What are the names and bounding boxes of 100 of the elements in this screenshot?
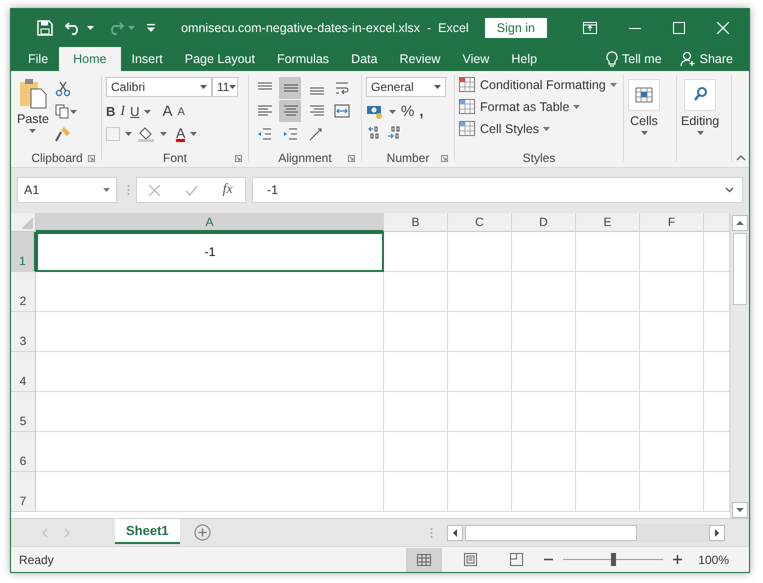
grid-cell[interactable]	[576, 272, 640, 312]
zoom-in-icon[interactable]	[673, 555, 682, 564]
copy-icon[interactable]	[54, 104, 70, 119]
dialog-launcher-icon[interactable]	[88, 154, 95, 162]
grid-cell[interactable]	[448, 312, 512, 352]
grid-cell[interactable]	[448, 432, 512, 472]
grid-cell[interactable]	[576, 472, 640, 512]
grid-cell[interactable]	[448, 392, 512, 432]
styles-menu-button[interactable]: Format as Table	[459, 99, 619, 115]
styles-menu-button[interactable]: Cell Styles	[459, 121, 619, 137]
format-painter-icon[interactable]	[54, 126, 71, 142]
caret-icon[interactable]	[144, 110, 152, 114]
grid-cell[interactable]	[36, 392, 384, 432]
previous-sheet-icon[interactable]	[41, 528, 49, 538]
increase-font-button[interactable]: A	[162, 103, 172, 120]
row-header[interactable]: 5	[11, 392, 36, 432]
grid-cell[interactable]	[640, 472, 704, 512]
column-header[interactable]: F	[640, 213, 704, 232]
grid-cell[interactable]	[640, 232, 704, 272]
dialog-launcher-icon[interactable]	[348, 154, 355, 162]
align-icon[interactable]	[279, 100, 301, 122]
ribbon-tab[interactable]: Formulas	[266, 47, 340, 71]
font-size-dropdown[interactable]: 11	[212, 77, 238, 97]
grid-cell[interactable]	[640, 392, 704, 432]
grid-cell[interactable]	[512, 272, 576, 312]
column-header[interactable]: A	[36, 213, 384, 232]
grid-cell[interactable]	[512, 312, 576, 352]
ribbon-tab[interactable]: View	[451, 47, 500, 71]
splitter-handle-icon[interactable]	[430, 526, 433, 538]
grid-cell[interactable]	[384, 432, 448, 472]
next-sheet-icon[interactable]	[63, 528, 71, 538]
cells-button[interactable]: Cells	[628, 77, 660, 167]
drag-handle-icon[interactable]	[127, 184, 130, 196]
cut-icon[interactable]	[54, 81, 71, 97]
ribbon-display-icon[interactable]	[583, 22, 597, 34]
horizontal-scrollbar[interactable]	[447, 524, 725, 542]
cancel-icon[interactable]	[149, 184, 160, 196]
grid-cell[interactable]	[512, 472, 576, 512]
scroll-up-icon[interactable]	[732, 215, 748, 231]
formula-input[interactable]: -1	[252, 177, 743, 203]
sheet-tab[interactable]: Sheet1	[115, 519, 180, 544]
grid-cell[interactable]	[384, 232, 448, 272]
close-icon[interactable]	[717, 22, 729, 34]
scroll-thumb[interactable]	[465, 524, 637, 540]
grid-cell[interactable]	[448, 472, 512, 512]
grid-cell[interactable]	[640, 432, 704, 472]
name-box[interactable]: A1	[17, 177, 117, 203]
fill-color-icon[interactable]	[137, 126, 155, 142]
grid-cell[interactable]	[36, 352, 384, 392]
caret-icon[interactable]	[389, 110, 396, 114]
currency-icon[interactable]	[366, 104, 384, 118]
scroll-down-icon[interactable]	[732, 502, 748, 518]
check-icon[interactable]	[184, 184, 198, 196]
grid-cell[interactable]	[384, 352, 448, 392]
share-link[interactable]: Share	[700, 47, 733, 71]
row-header[interactable]: 7	[11, 472, 36, 512]
borders-icon[interactable]	[106, 127, 120, 141]
grid-cell[interactable]	[36, 312, 384, 352]
column-header[interactable]: B	[384, 213, 448, 232]
row-header[interactable]: 3	[11, 312, 36, 352]
dialog-launcher-icon[interactable]	[441, 154, 448, 162]
column-header[interactable]: C	[448, 213, 512, 232]
caret-icon[interactable]	[190, 132, 198, 136]
align-icon[interactable]	[279, 77, 301, 99]
grid-cell[interactable]	[384, 272, 448, 312]
maximize-icon[interactable]	[673, 22, 685, 34]
grid-cell[interactable]: -1	[36, 232, 384, 272]
row-header[interactable]: 4	[11, 352, 36, 392]
lightbulb-icon[interactable]	[606, 51, 618, 67]
vertical-scrollbar[interactable]	[730, 213, 749, 518]
ribbon-tab[interactable]: File	[17, 47, 60, 71]
grid-cell[interactable]	[512, 392, 576, 432]
scroll-right-icon[interactable]	[709, 524, 725, 540]
grid-cell[interactable]	[384, 312, 448, 352]
column-header[interactable]: E	[576, 213, 640, 232]
underline-button[interactable]: U	[130, 104, 140, 119]
bold-button[interactable]: B	[106, 104, 116, 119]
grid-cell[interactable]	[448, 352, 512, 392]
grid-cell[interactable]	[640, 352, 704, 392]
row-header[interactable]: 2	[11, 272, 36, 312]
number-format-dropdown[interactable]: General	[366, 77, 446, 97]
caret-icon[interactable]	[87, 26, 94, 30]
insert-function-button[interactable]: fx	[222, 182, 233, 198]
ribbon-tab[interactable]: Data	[340, 47, 388, 71]
ribbon-tab[interactable]: Review	[388, 47, 452, 71]
grid-cell[interactable]	[448, 272, 512, 312]
grid-cell[interactable]	[640, 312, 704, 352]
dialog-launcher-icon[interactable]	[235, 154, 242, 162]
zoom-level-text[interactable]: 100%	[698, 552, 729, 566]
save-icon[interactable]	[37, 20, 53, 36]
decrease-font-button[interactable]: A	[177, 106, 185, 118]
grid-cell[interactable]	[448, 232, 512, 272]
row-header[interactable]: 6	[11, 432, 36, 472]
grid-cell[interactable]	[576, 392, 640, 432]
grid-cell[interactable]	[36, 272, 384, 312]
grid-cell[interactable]	[512, 432, 576, 472]
ribbon-tab[interactable]: Help	[500, 47, 548, 71]
grid-cell[interactable]	[512, 232, 576, 272]
row-header[interactable]: 1	[11, 232, 36, 272]
share-icon[interactable]	[680, 51, 696, 67]
